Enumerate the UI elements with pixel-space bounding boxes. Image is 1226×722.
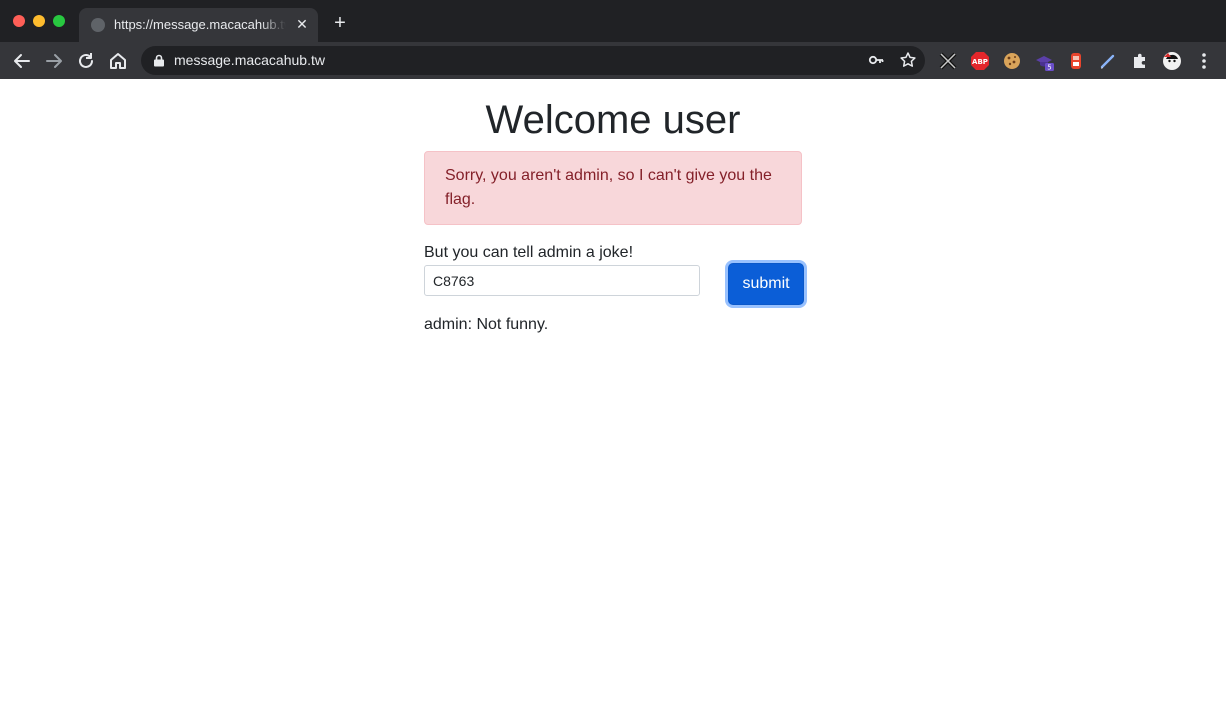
bookmark-star-icon[interactable] xyxy=(899,51,917,69)
joke-input[interactable] xyxy=(424,265,700,296)
hat-extension-icon[interactable]: 5 xyxy=(1034,51,1054,71)
cookie-icon[interactable] xyxy=(1002,51,1022,71)
admin-reply: admin: Not funny. xyxy=(424,316,549,333)
tab-bar: https://message.macacahub.tw ✕ + xyxy=(0,0,1226,42)
maximize-window-button[interactable] xyxy=(53,15,65,27)
browser-tab[interactable]: https://message.macacahub.tw ✕ xyxy=(79,8,318,42)
home-icon[interactable] xyxy=(107,50,129,72)
close-window-button[interactable] xyxy=(13,15,25,27)
globe-icon xyxy=(91,18,105,32)
page-content: Welcome user Sorry, you aren't admin, so… xyxy=(0,79,1226,722)
address-bar[interactable]: message.macacahub.tw xyxy=(141,46,925,75)
alert-message: Sorry, you aren't admin, so I can't give… xyxy=(424,151,802,225)
profile-avatar[interactable] xyxy=(1162,51,1182,71)
extension-badge: 5 xyxy=(1047,64,1051,72)
forward-arrow-icon[interactable] xyxy=(43,50,65,72)
page-title: Welcome user xyxy=(485,98,741,142)
x-extension-icon[interactable] xyxy=(938,51,958,71)
new-tab-button[interactable]: + xyxy=(330,13,350,33)
lock-icon[interactable] xyxy=(153,54,165,67)
reload-icon[interactable] xyxy=(75,50,97,72)
submit-button[interactable]: submit xyxy=(728,263,804,305)
minimize-window-button[interactable] xyxy=(33,15,45,27)
svg-text:ABP: ABP xyxy=(972,58,988,66)
tab-close-icon[interactable]: ✕ xyxy=(294,15,310,33)
adblock-plus-icon[interactable]: ABP xyxy=(970,51,990,71)
pen-extension-icon[interactable] xyxy=(1098,51,1118,71)
back-arrow-icon[interactable] xyxy=(11,50,33,72)
browser-toolbar: message.macacahub.tw ABP 5 xyxy=(0,42,1226,79)
key-icon[interactable] xyxy=(867,51,885,69)
tab-title: https://message.macacahub.tw xyxy=(114,17,286,32)
url-text[interactable]: message.macacahub.tw xyxy=(174,52,325,68)
more-menu-icon[interactable] xyxy=(1194,51,1214,71)
joke-label: But you can tell admin a joke! xyxy=(424,244,634,261)
puzzle-extensions-icon[interactable] xyxy=(1130,51,1150,71)
figure-extension-icon[interactable] xyxy=(1066,51,1086,71)
